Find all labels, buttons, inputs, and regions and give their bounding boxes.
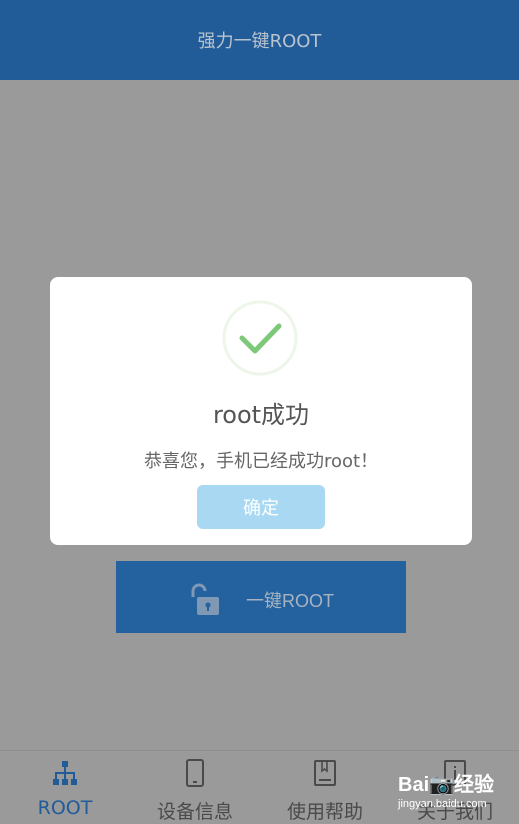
- network-tree-icon: [53, 761, 77, 785]
- watermark-url: jingyan.baidu.com: [398, 798, 487, 810]
- dialog-message: 恭喜您，手机已经成功root！: [143, 451, 379, 472]
- confirm-button[interactable]: 确定: [197, 485, 325, 529]
- success-check-icon: [222, 300, 298, 376]
- watermark-logo: Bai📷经验: [398, 774, 495, 796]
- root-button-label: 一键ROOT: [246, 591, 334, 611]
- app-title: 强力一键ROOT: [197, 31, 322, 52]
- nav-label-device-info: 设备信息: [156, 801, 233, 823]
- nav-tab-root[interactable]: ROOT: [0, 751, 130, 824]
- nav-label-help: 使用帮助: [286, 801, 363, 823]
- nav-tab-device-info[interactable]: 设备信息: [130, 751, 260, 824]
- baidu-jingyan-watermark: Bai📷经验 jingyan.baidu.com: [398, 768, 516, 816]
- nav-tab-help[interactable]: 使用帮助: [260, 751, 390, 824]
- unlock-icon: [191, 583, 219, 615]
- dialog-title: root成功: [212, 401, 310, 429]
- nav-label-root: ROOT: [37, 797, 93, 819]
- root-success-dialog: root成功 恭喜您，手机已经成功root！ 确定: [50, 277, 472, 545]
- book-icon: [314, 760, 336, 786]
- app-bar: 强力一键ROOT: [0, 0, 519, 80]
- phone-icon: [186, 759, 204, 787]
- one-key-root-button[interactable]: 一键ROOT: [116, 561, 406, 633]
